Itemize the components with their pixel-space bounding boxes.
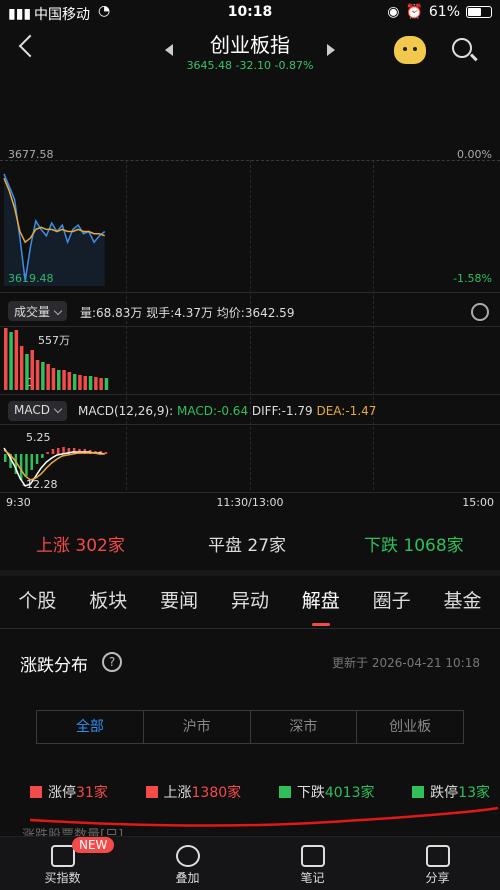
volume-bar <box>46 364 50 390</box>
mascot-icon[interactable] <box>394 36 426 64</box>
nav-share[interactable]: 分享 <box>375 837 500 890</box>
tab-sectors[interactable]: 板块 <box>87 578 129 628</box>
segment-gem[interactable]: 创业板 <box>357 711 463 743</box>
volume-chart <box>4 328 109 390</box>
macd-bar <box>25 454 28 476</box>
segment-all[interactable]: 全部 <box>37 711 144 743</box>
market-segment: 全部 沪市 深市 创业板 <box>36 710 464 744</box>
section-title: 涨跌分布 <box>20 656 88 676</box>
volume-bar <box>35 360 40 390</box>
note-icon <box>300 845 325 867</box>
macd-bar <box>41 454 44 458</box>
time-mid: 11:30/13:00 <box>216 496 284 509</box>
segment-sz[interactable]: 深市 <box>251 711 358 743</box>
volume-bar <box>57 370 61 390</box>
price-chart[interactable] <box>0 160 500 290</box>
volume-bar <box>88 376 93 390</box>
nav-buy-index[interactable]: 买指数 NEW <box>0 837 125 890</box>
tab-analysis[interactable]: 解盘 <box>300 578 342 628</box>
bottom-nav: 买指数 NEW 叠加 笔记 分享 <box>0 836 500 890</box>
battery-icon <box>466 6 492 18</box>
volume-bar <box>9 332 13 390</box>
macd-bar <box>19 454 23 480</box>
chart-icon <box>50 845 75 867</box>
status-bar: ▮▮▮ 中国移动 ◔ 10:18 ◉ ⏰ 61% <box>0 0 500 26</box>
updated-time: 更新于 2026-04-21 10:18 <box>332 656 480 670</box>
legend-limit-down: 跌停13家 <box>412 782 490 802</box>
share-icon <box>425 845 450 867</box>
dea-value: DEA:-1.47 <box>316 404 377 418</box>
header: 创业板指 3645.48 -32.10 -0.87% <box>0 26 500 78</box>
tab-circles[interactable]: 圈子 <box>371 578 413 628</box>
volume-bar <box>14 330 19 390</box>
volume-bar <box>83 376 87 390</box>
volume-bar <box>51 368 56 390</box>
flat-count: 平盘 27家 <box>208 536 287 556</box>
diff-value: DIFF:-1.79 <box>251 404 313 418</box>
lock-icon: ◉ <box>387 4 400 20</box>
macd-bar <box>30 454 33 470</box>
alarm-icon: ⏰ <box>405 4 423 20</box>
macd-bar <box>51 449 55 454</box>
layers-icon <box>175 845 200 867</box>
volume-bar <box>94 377 98 390</box>
search-icon[interactable] <box>452 38 472 58</box>
tab-news[interactable]: 要闻 <box>158 578 200 628</box>
new-badge: NEW <box>72 837 115 853</box>
volume-info: 量:68.83万 现手:4.37万 均价:3642.59 <box>80 306 295 320</box>
volume-bar <box>19 346 24 390</box>
time-end: 15:00 <box>462 496 494 509</box>
volume-bar <box>72 374 77 390</box>
index-quote: 3645.48 -32.10 -0.87% <box>186 59 314 72</box>
macd-bar <box>104 452 108 454</box>
legend-limit-up: 涨停31家 <box>30 782 108 802</box>
tab-funds[interactable]: 基金 <box>441 578 483 628</box>
macd-bar <box>35 454 39 464</box>
volume-selector[interactable]: 成交量 <box>8 301 68 321</box>
volume-bar <box>30 350 34 390</box>
up-count: 上涨 302家 <box>36 536 125 556</box>
battery-percent: 61% <box>428 4 460 20</box>
macd-selector[interactable]: MACD <box>8 401 67 421</box>
macd-value: MACD:-0.64 <box>177 404 249 418</box>
volume-bar <box>25 354 29 390</box>
settings-icon[interactable] <box>471 303 489 321</box>
volume-bar <box>104 378 109 390</box>
distribution-legend: 涨停31家 上涨1380家 下跌4013家 跌停13家 <box>30 782 490 802</box>
legend-down: 下跌4013家 <box>278 782 374 802</box>
macd-bar <box>57 448 60 454</box>
macd-chart <box>3 447 108 487</box>
tab-stocks[interactable]: 个股 <box>16 578 58 628</box>
volume-bar <box>99 378 103 390</box>
status-right: ◉ ⏰ 61% <box>387 4 492 20</box>
macd-bar <box>46 452 49 454</box>
volume-bar <box>41 362 45 390</box>
nav-overlay[interactable]: 叠加 <box>125 837 250 890</box>
tab-bar: 个股 板块 要闻 异动 解盘 圈子 基金 <box>0 578 500 628</box>
next-index-icon[interactable] <box>327 44 335 56</box>
segment-sh[interactable]: 沪市 <box>144 711 251 743</box>
macd-bar <box>4 454 7 462</box>
help-icon[interactable]: ? <box>102 652 122 672</box>
volume-bar <box>4 328 8 390</box>
legend-up: 上涨1380家 <box>145 782 241 802</box>
volume-bar <box>67 372 72 390</box>
tab-movers[interactable]: 异动 <box>229 578 271 628</box>
down-count: 下跌 1068家 <box>364 536 464 556</box>
volume-bar <box>78 375 82 390</box>
macd-params: MACD(12,26,9): MACD:-0.64 DIFF:-1.79 DEA… <box>78 404 377 418</box>
volume-bar <box>62 370 66 390</box>
nav-notes[interactable]: 笔记 <box>250 837 375 890</box>
